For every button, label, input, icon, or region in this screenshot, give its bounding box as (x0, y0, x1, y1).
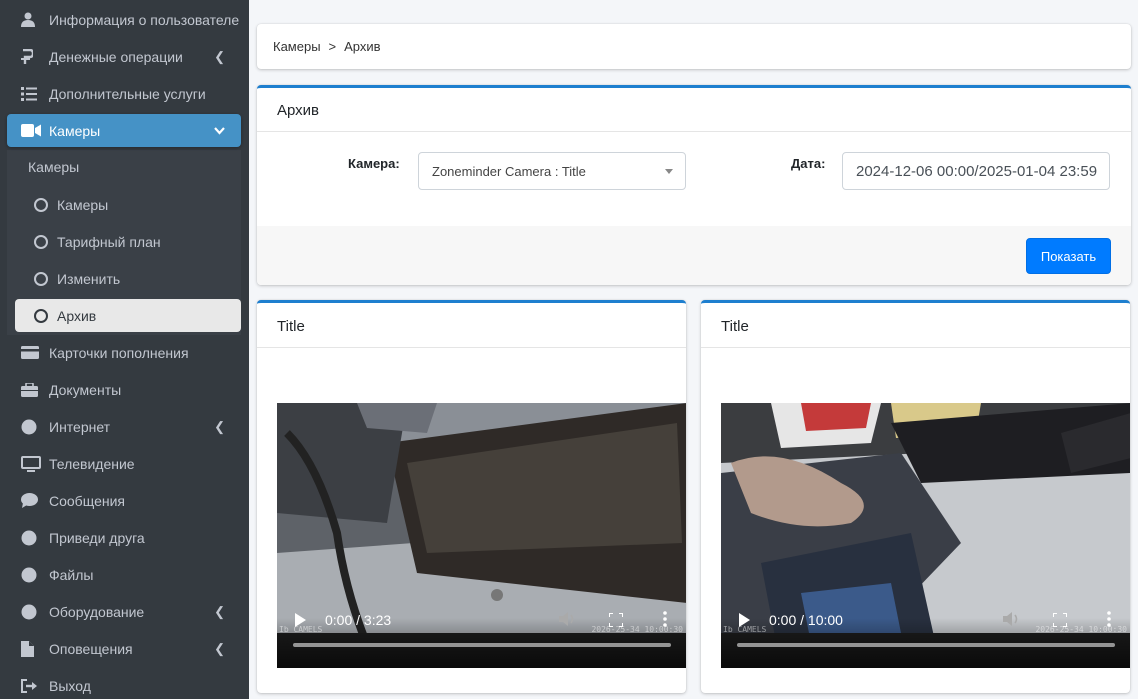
sidebar-item-label: Оборудование (49, 603, 145, 620)
circle-icon (21, 567, 45, 583)
circle-outline-icon (34, 197, 48, 212)
sidebar: Информация о пользователе Денежные опера… (0, 0, 249, 699)
chevron-left-icon: ❮ (214, 603, 225, 619)
video-progress-bar[interactable] (737, 643, 1115, 647)
camera-select[interactable]: Zoneminder Camera : Title (418, 152, 686, 190)
play-icon[interactable] (295, 613, 306, 627)
sidebar-item-label: Приведи друга (49, 529, 145, 546)
fullscreen-icon[interactable] (1052, 612, 1068, 630)
camera-select-value: Zoneminder Camera : Title (432, 163, 586, 179)
sidebar-item-logout[interactable]: Выход (7, 669, 241, 699)
sidebar-item-equipment[interactable]: Оборудование ❮ (7, 595, 241, 628)
circle-outline-icon (34, 234, 48, 249)
sidebar-item-refer-friend[interactable]: Приведи друга (7, 521, 241, 554)
video-player[interactable]: Ib CAMELS 2026-25-34 10:00:30 0:00 / 10:… (721, 403, 1130, 668)
card-divider (701, 347, 1130, 348)
sidebar-subitem-label: Изменить (57, 270, 121, 287)
sidebar-item-notifications[interactable]: Оповещения ❮ (7, 632, 241, 665)
card-divider (257, 131, 1131, 132)
video-time: 0:00 / 10:00 (769, 612, 843, 628)
sidebar-item-label: Камеры (49, 122, 101, 139)
sidebar-item-label: Сообщения (49, 492, 125, 509)
caret-down-icon (665, 169, 673, 174)
video-overlay-timestamp: 2026-25-34 10:00:30 (591, 625, 683, 634)
sidebar-item-topup-cards[interactable]: Карточки пополнения (7, 336, 241, 369)
video-time: 0:00 / 3:23 (325, 612, 392, 628)
sidebar-subitem-tariff[interactable]: Тарифный план (15, 225, 241, 258)
chevron-left-icon: ❮ (214, 418, 225, 434)
date-range-value: 2024-12-06 00:00/2025-01-04 23:59 (856, 162, 1098, 180)
list-icon (21, 86, 45, 101)
show-button[interactable]: Показать (1026, 238, 1111, 274)
sidebar-item-label: Выход (49, 677, 91, 694)
chevron-left-icon: ❮ (214, 640, 225, 656)
briefcase-icon (21, 382, 45, 397)
user-icon (21, 12, 45, 27)
volume-icon[interactable] (1003, 611, 1021, 630)
sidebar-item-extra-services[interactable]: Дополнительные услуги (7, 77, 241, 110)
video-card: Title Ib CAMELS 2026-25-34 10:00:30 0:00… (701, 300, 1130, 693)
sidebar-item-internet[interactable]: Интернет ❮ (7, 410, 241, 443)
money-icon (21, 49, 45, 64)
sidebar-item-label: Телевидение (49, 455, 135, 472)
more-options-icon[interactable] (663, 611, 667, 630)
breadcrumb-parent-link[interactable]: Камеры (273, 39, 321, 54)
breadcrumb-separator: > (328, 39, 337, 54)
sidebar-item-label: Интернет (49, 418, 111, 435)
sign-out-icon (21, 678, 45, 693)
sidebar-subitem-label: Тарифный план (57, 233, 161, 250)
sidebar-item-label: Карточки пополнения (49, 344, 189, 361)
sidebar-item-files[interactable]: Файлы (7, 558, 241, 591)
sidebar-item-cameras[interactable]: Камеры (7, 114, 241, 147)
sidebar-item-money[interactable]: Денежные операции ❮ (7, 40, 241, 73)
more-options-icon[interactable] (1107, 611, 1111, 630)
sidebar-subitem-label: Архив (57, 307, 97, 324)
comment-icon (21, 493, 45, 508)
sidebar-item-label: Денежные операции (49, 48, 183, 65)
sidebar-item-label: Файлы (49, 566, 94, 583)
play-icon[interactable] (739, 613, 750, 627)
file-icon (21, 640, 45, 657)
breadcrumb: Камеры > Архив (257, 24, 1131, 69)
sidebar-subitem-edit[interactable]: Изменить (15, 262, 241, 295)
circle-outline-icon (34, 271, 48, 286)
video-camera-icon (21, 124, 45, 137)
video-title: Title (721, 318, 749, 335)
breadcrumb-current: Архив (344, 39, 381, 54)
card-title: Архив (277, 102, 320, 119)
sidebar-item-tv[interactable]: Телевидение (7, 447, 241, 480)
tv-icon (21, 455, 45, 472)
date-label: Дата: (791, 156, 826, 171)
fullscreen-icon[interactable] (608, 612, 624, 630)
sidebar-item-label: Документы (49, 381, 122, 398)
sidebar-item-user-info[interactable]: Информация о пользователе (7, 3, 241, 36)
video-player[interactable]: Ib CAMELS 2026-25-34 10:00:30 0:00 / 3:2… (277, 403, 686, 668)
video-card: Title Ib CAMELS 2026-25-34 10:00:30 0:00… (257, 300, 686, 693)
sidebar-subitem-archive[interactable]: Архив (15, 299, 241, 332)
sidebar-item-label: Информация о пользователе (49, 11, 240, 28)
circle-icon (21, 419, 45, 435)
sidebar-subitem-label: Камеры (57, 196, 109, 213)
card-footer (257, 226, 1131, 285)
chevron-down-icon (214, 123, 225, 138)
sidebar-item-label: Дополнительные услуги (49, 85, 206, 102)
volume-icon[interactable] (559, 611, 577, 630)
sidebar-item-label: Оповещения (49, 640, 133, 657)
sidebar-item-documents[interactable]: Документы (7, 373, 241, 406)
circle-outline-icon (34, 308, 48, 323)
archive-filter-card: Архив Камера: Zoneminder Camera : Title … (257, 85, 1131, 285)
circle-icon (21, 530, 45, 546)
video-title: Title (277, 318, 305, 335)
submenu-header: Камеры (28, 159, 80, 175)
date-range-input[interactable]: 2024-12-06 00:00/2025-01-04 23:59 (842, 152, 1110, 190)
video-overlay-timestamp: 2026-25-34 10:00:30 (1035, 625, 1127, 634)
card-icon (21, 346, 45, 359)
camera-label: Камера: (348, 156, 400, 171)
sidebar-subitem-cameras[interactable]: Камеры (15, 188, 241, 221)
video-progress-bar[interactable] (293, 643, 671, 647)
chevron-left-icon: ❮ (214, 48, 225, 64)
circle-icon (21, 604, 45, 620)
sidebar-item-messages[interactable]: Сообщения (7, 484, 241, 517)
card-divider (257, 347, 686, 348)
